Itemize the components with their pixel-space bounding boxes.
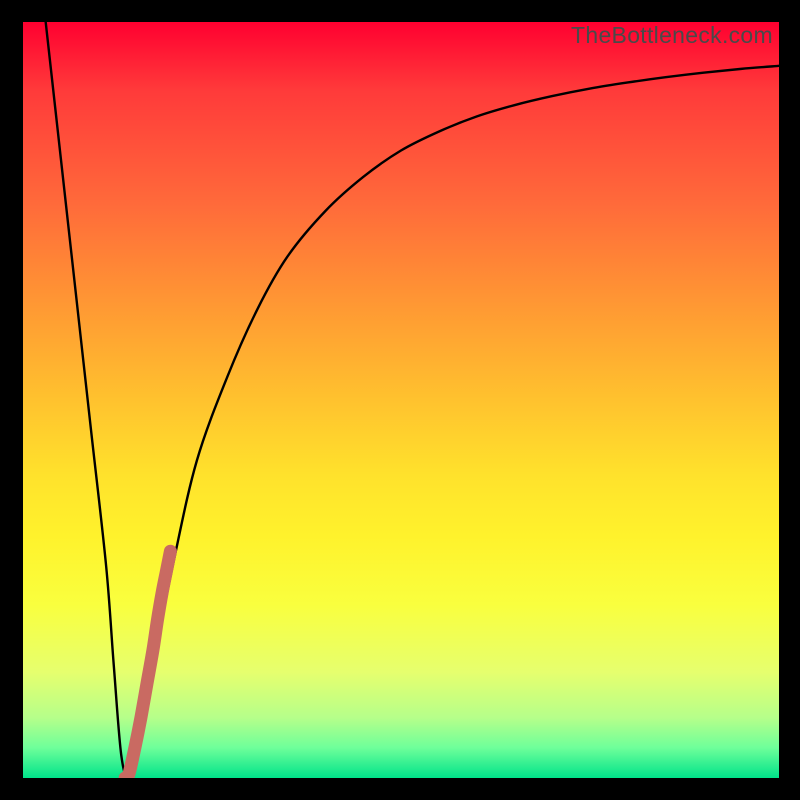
chart-svg: [23, 22, 779, 778]
watermark-text: TheBottleneck.com: [571, 22, 773, 49]
chart-area: TheBottleneck.com: [23, 22, 779, 778]
highlight-segment: [125, 551, 170, 778]
